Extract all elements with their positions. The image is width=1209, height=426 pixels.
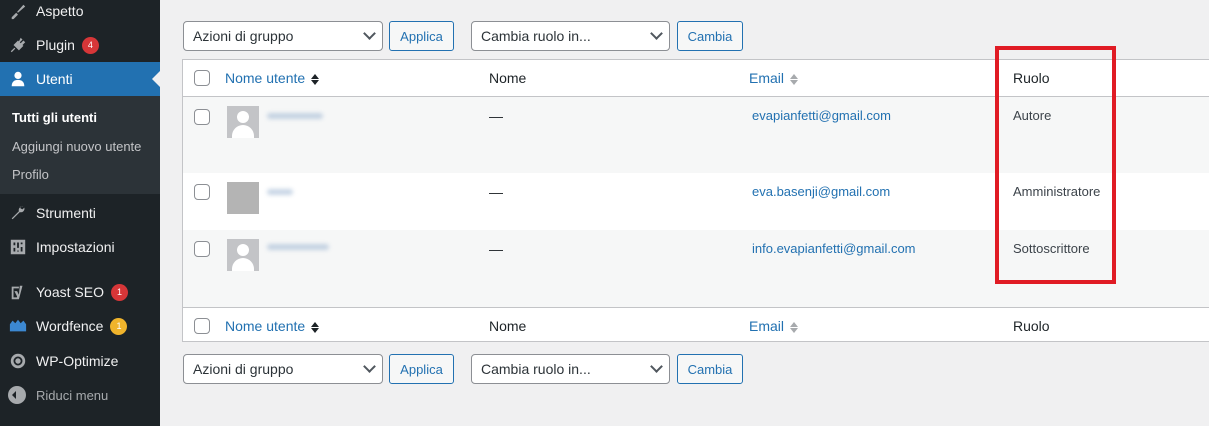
change-button-top[interactable]: Cambia bbox=[677, 21, 743, 51]
submenu-add-user[interactable]: Aggiungi nuovo utente bbox=[12, 139, 141, 154]
wordfence-icon bbox=[8, 316, 28, 336]
role-column-highlight-box bbox=[995, 46, 1116, 284]
sort-icon bbox=[311, 73, 320, 85]
table-footer-row: Nome utente Nome Email Ruolo bbox=[183, 307, 1209, 343]
column-role-footer: Ruolo bbox=[1013, 318, 1050, 334]
user-icon bbox=[8, 69, 28, 89]
bulk-actions-value: Azioni di gruppo bbox=[193, 28, 294, 44]
plugin-icon bbox=[8, 35, 28, 55]
name-cell: — bbox=[489, 241, 503, 257]
column-email-header[interactable]: Email bbox=[749, 70, 799, 86]
menu-item-yoast[interactable]: Yoast SEO 1 bbox=[0, 275, 160, 309]
users-submenu: Tutti gli utenti Aggiungi nuovo utente P… bbox=[0, 96, 160, 194]
column-name-footer: Nome bbox=[489, 318, 527, 334]
change-button-bottom[interactable]: Cambia bbox=[677, 354, 743, 384]
menu-label: Impostazioni bbox=[36, 239, 115, 255]
submenu-profile[interactable]: Profilo bbox=[12, 167, 49, 182]
redacted-username bbox=[267, 244, 329, 250]
bulk-actions-select-top[interactable]: Azioni di gruppo bbox=[183, 21, 383, 51]
collapse-label: Riduci menu bbox=[36, 387, 109, 403]
paintbrush-icon bbox=[8, 1, 28, 21]
email-link[interactable]: eva.basenji@gmail.com bbox=[752, 184, 890, 199]
bulk-actions-value: Azioni di gruppo bbox=[193, 361, 294, 377]
column-label: Nome utente bbox=[225, 70, 306, 86]
row-checkbox[interactable] bbox=[194, 109, 210, 125]
apply-button-top[interactable]: Applica bbox=[389, 21, 454, 51]
row-checkbox[interactable] bbox=[194, 184, 210, 200]
menu-label: Plugin bbox=[36, 37, 75, 53]
avatar bbox=[227, 182, 259, 214]
column-label: Email bbox=[749, 318, 785, 334]
submenu-all-users[interactable]: Tutti gli utenti bbox=[12, 110, 97, 125]
column-username-header[interactable]: Nome utente bbox=[225, 70, 320, 86]
name-cell: — bbox=[489, 184, 503, 200]
menu-item-plugin[interactable]: Plugin 4 bbox=[0, 28, 160, 62]
menu-item-wordfence[interactable]: Wordfence 1 bbox=[0, 309, 160, 343]
redacted-username bbox=[267, 113, 323, 119]
column-label: Email bbox=[749, 70, 785, 86]
email-link[interactable]: evapianfetti@gmail.com bbox=[752, 108, 891, 123]
sort-icon bbox=[311, 321, 320, 333]
menu-label: WP-Optimize bbox=[36, 353, 119, 369]
change-role-value: Cambia ruolo in... bbox=[481, 28, 591, 44]
sort-icon bbox=[790, 321, 799, 333]
menu-label: Aspetto bbox=[36, 3, 84, 19]
avatar bbox=[227, 239, 259, 271]
column-email-footer[interactable]: Email bbox=[749, 318, 799, 334]
collapse-arrow-icon bbox=[8, 386, 26, 404]
menu-item-wp-optimize[interactable]: WP-Optimize bbox=[0, 344, 160, 378]
menu-item-utenti[interactable]: Utenti bbox=[0, 62, 160, 96]
menu-label: Yoast SEO bbox=[36, 284, 104, 300]
sort-icon bbox=[790, 73, 799, 85]
column-name-header: Nome bbox=[489, 70, 527, 86]
row-checkbox[interactable] bbox=[194, 241, 210, 257]
settings-sliders-icon bbox=[8, 237, 28, 257]
bulk-actions-select-bottom[interactable]: Azioni di gruppo bbox=[183, 354, 383, 384]
email-link[interactable]: info.evapianfetti@gmail.com bbox=[752, 241, 916, 256]
menu-label: Utenti bbox=[36, 71, 73, 87]
menu-label: Strumenti bbox=[36, 205, 96, 221]
select-all-checkbox[interactable] bbox=[194, 70, 210, 86]
collapse-menu-button[interactable]: Riduci menu bbox=[0, 380, 160, 410]
yoast-badge: 1 bbox=[110, 283, 128, 301]
change-role-select-bottom[interactable]: Cambia ruolo in... bbox=[471, 354, 670, 384]
chevron-down-icon bbox=[650, 360, 663, 373]
wordfence-badge: 1 bbox=[110, 317, 128, 335]
apply-button-bottom[interactable]: Applica bbox=[389, 354, 454, 384]
column-label: Nome utente bbox=[225, 318, 306, 334]
admin-sidebar: Aspetto Plugin 4 Utenti Tutti gli utenti… bbox=[0, 0, 160, 426]
menu-item-strumenti[interactable]: Strumenti bbox=[0, 196, 160, 230]
change-role-select-top[interactable]: Cambia ruolo in... bbox=[471, 21, 670, 51]
column-username-footer[interactable]: Nome utente bbox=[225, 318, 320, 334]
menu-label: Wordfence bbox=[36, 318, 104, 334]
avatar bbox=[227, 106, 259, 138]
menu-item-aspetto[interactable]: Aspetto bbox=[0, 0, 160, 28]
menu-item-impostazioni[interactable]: Impostazioni bbox=[0, 230, 160, 264]
change-role-value: Cambia ruolo in... bbox=[481, 361, 591, 377]
chevron-down-icon bbox=[363, 27, 376, 40]
redacted-username bbox=[267, 189, 293, 195]
chevron-down-icon bbox=[363, 360, 376, 373]
plugin-update-badge: 4 bbox=[81, 36, 99, 54]
select-all-checkbox-footer[interactable] bbox=[194, 318, 210, 334]
wrench-icon bbox=[8, 203, 28, 223]
wp-optimize-icon bbox=[8, 351, 28, 371]
yoast-icon bbox=[8, 282, 28, 302]
chevron-down-icon bbox=[650, 27, 663, 40]
name-cell: — bbox=[489, 108, 503, 124]
